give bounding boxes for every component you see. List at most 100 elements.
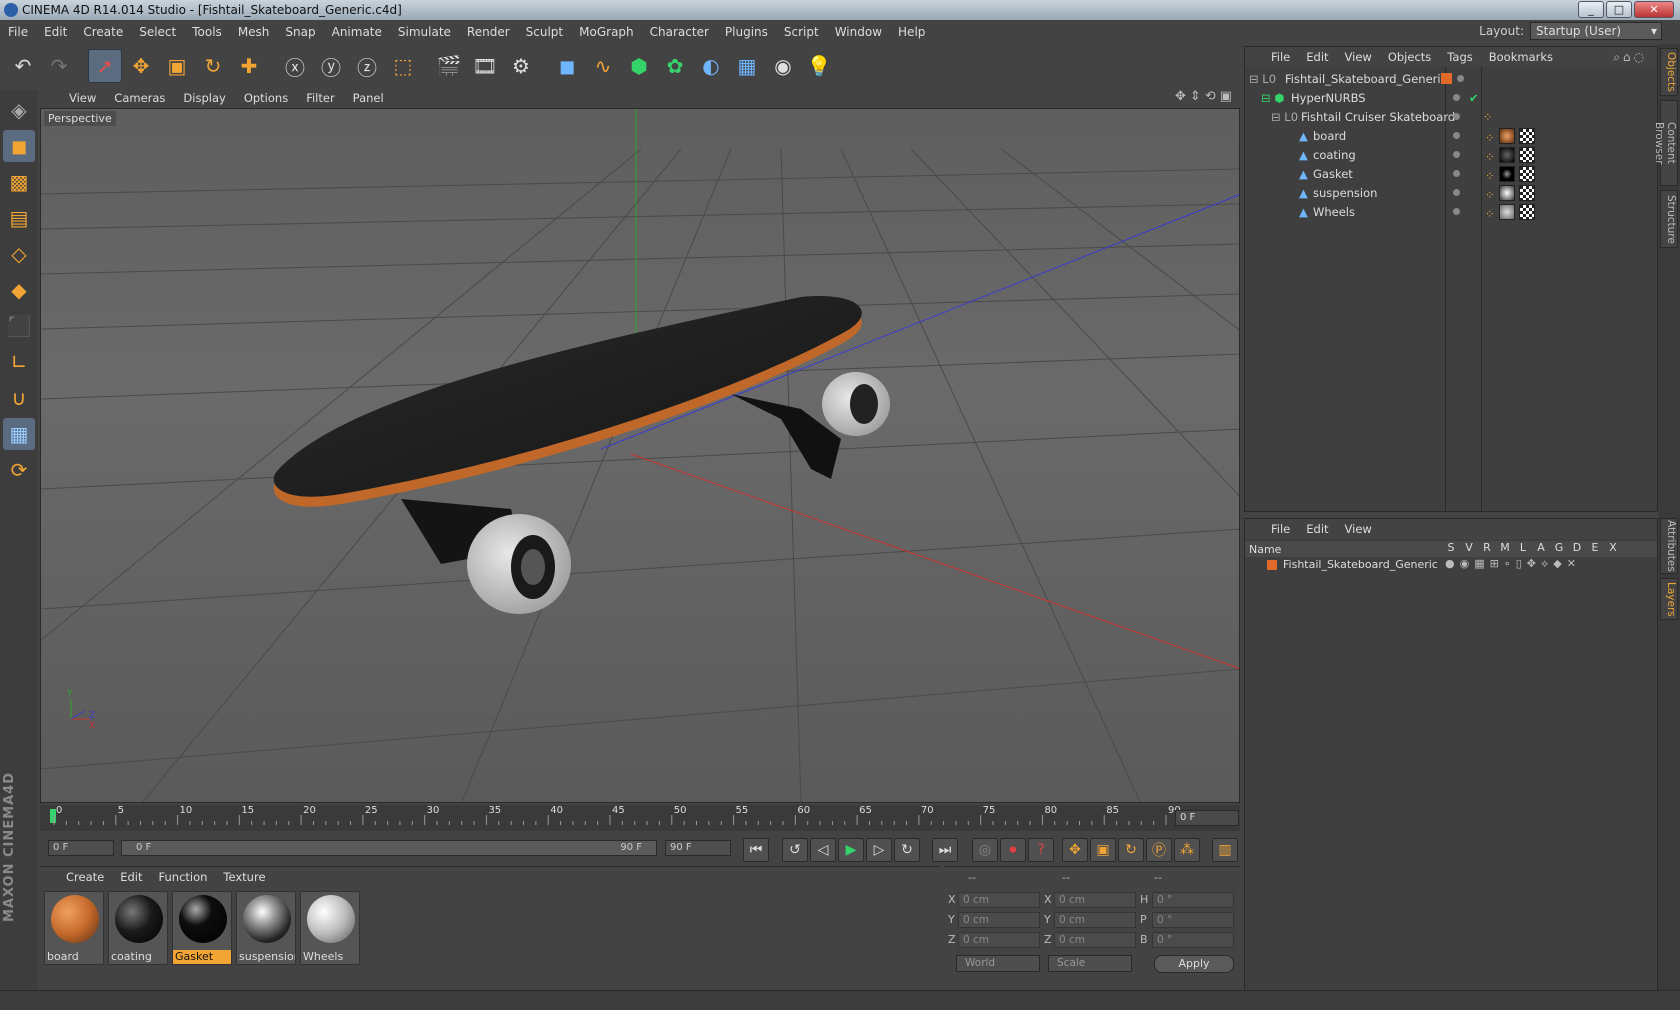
uvw-tag-icon[interactable] xyxy=(1518,166,1535,182)
objects-menu-tags[interactable]: Tags xyxy=(1439,50,1480,64)
scale-icon[interactable]: ▣ xyxy=(160,49,194,83)
col-expressions[interactable]: E xyxy=(1589,541,1601,554)
material-board[interactable]: board xyxy=(44,891,104,965)
layout-dropdown[interactable]: Startup (User) xyxy=(1530,22,1662,40)
object-row[interactable]: ▲ suspension ⁘ xyxy=(1245,183,1657,203)
material-suspension[interactable]: suspension xyxy=(236,891,296,965)
y-axis-lock-icon[interactable]: ⓨ xyxy=(314,49,348,83)
make-editable-icon[interactable]: ◈ xyxy=(3,94,35,126)
layers-menu-edit[interactable]: Edit xyxy=(1298,522,1336,536)
workplane-icon[interactable]: ▦ xyxy=(3,418,35,450)
timeline-ruler[interactable]: 051015202530354045505560657075808590 xyxy=(40,805,1240,831)
visibility-dot-icon[interactable] xyxy=(1453,151,1460,158)
col-solo[interactable]: S xyxy=(1445,541,1457,554)
material-gasket[interactable]: Gasket xyxy=(172,891,232,965)
visibility-dot-icon[interactable] xyxy=(1453,94,1460,101)
timeline-window-icon[interactable]: ▥ xyxy=(1212,838,1238,862)
skateboard-model[interactable] xyxy=(273,296,890,614)
search-icon[interactable]: ⌕⌂◌ xyxy=(1613,50,1647,65)
polygons-mode-icon[interactable]: ⬛ xyxy=(3,310,35,342)
pos-z-field[interactable]: 0 cm xyxy=(958,932,1040,948)
keyframe-selection-icon[interactable]: ? xyxy=(1028,838,1054,862)
rotate-icon[interactable]: ↻ xyxy=(196,49,230,83)
key-position-icon[interactable]: ✥ xyxy=(1062,838,1088,862)
col-generators[interactable]: G xyxy=(1553,541,1565,554)
move-icon[interactable]: ✥ xyxy=(124,49,158,83)
viewport-menu-filter[interactable]: Filter xyxy=(297,91,343,105)
object-row[interactable]: ⊟ L0 Fishtail Cruiser Skateboard ⁘ xyxy=(1245,107,1657,127)
x-axis-lock-icon[interactable]: ⓧ xyxy=(278,49,312,83)
create-object-icon[interactable]: ✚ xyxy=(232,49,266,83)
key-pla-icon[interactable]: ⁂ xyxy=(1174,838,1200,862)
visibility-dot-icon[interactable] xyxy=(1453,208,1460,215)
floor-icon[interactable]: ▦ xyxy=(730,49,764,83)
col-deformers[interactable]: D xyxy=(1571,541,1583,554)
rot-h-field[interactable]: 0 ° xyxy=(1152,892,1234,908)
material-tag-icon[interactable] xyxy=(1498,147,1515,163)
object-row[interactable]: ▲ Wheels ⁘ xyxy=(1245,202,1657,222)
object-row[interactable]: ⊟ L0 Fishtail_Skateboard_Generic xyxy=(1245,69,1657,89)
tab-structure[interactable]: Structure xyxy=(1660,190,1678,248)
menu-render[interactable]: Render xyxy=(459,25,518,39)
prev-frame-icon[interactable]: ◁ xyxy=(810,838,836,862)
goto-end-icon[interactable]: ⏭ xyxy=(932,838,958,862)
viewport-menu-panel[interactable]: Panel xyxy=(344,91,393,105)
light-icon[interactable]: 💡 xyxy=(802,49,836,83)
layer-row[interactable]: Fishtail_Skateboard_Generic ●◉▦⊞∘▯✥⟡◆✕ xyxy=(1245,557,1657,573)
snap-icon[interactable]: ∪ xyxy=(3,382,35,414)
viewport-menu-cameras[interactable]: Cameras xyxy=(105,91,174,105)
z-axis-lock-icon[interactable]: ⓩ xyxy=(350,49,384,83)
cube-primitive-icon[interactable]: ◼ xyxy=(550,49,584,83)
camera-icon[interactable]: ◉ xyxy=(766,49,800,83)
viewport-nav-icons[interactable]: ✥⇕⟲▣ xyxy=(1175,89,1236,104)
size-z-field[interactable]: 0 cm xyxy=(1054,932,1136,948)
material-coating[interactable]: coating xyxy=(108,891,168,965)
uvw-tag-icon[interactable] xyxy=(1518,204,1535,220)
menu-script[interactable]: Script xyxy=(776,25,827,39)
viewport-menu-view[interactable]: View xyxy=(60,91,105,105)
viewport-menu-display[interactable]: Display xyxy=(174,91,234,105)
viewport-camera-label[interactable]: Perspective xyxy=(44,111,116,126)
material-menu-create[interactable]: Create xyxy=(58,870,112,884)
objects-menu-objects[interactable]: Objects xyxy=(1380,50,1439,64)
objects-menu-edit[interactable]: Edit xyxy=(1298,50,1336,64)
material-tag-icon[interactable] xyxy=(1498,166,1515,182)
menu-edit[interactable]: Edit xyxy=(36,25,75,39)
visibility-dot-icon[interactable] xyxy=(1453,132,1460,139)
object-row[interactable]: ▲ coating ⁘ xyxy=(1245,145,1657,165)
end-frame-field[interactable]: 90 F xyxy=(665,840,731,856)
menu-snap[interactable]: Snap xyxy=(277,25,323,39)
spline-icon[interactable]: ∿ xyxy=(586,49,620,83)
material-tag-icon[interactable] xyxy=(1498,128,1515,144)
objects-menu-file[interactable]: File xyxy=(1263,50,1298,64)
start-frame-field[interactable]: 0 F xyxy=(48,840,114,856)
render-view-icon[interactable]: 🎬 xyxy=(432,49,466,83)
menu-mesh[interactable]: Mesh xyxy=(230,25,278,39)
col-animation[interactable]: A xyxy=(1535,541,1547,554)
menu-help[interactable]: Help xyxy=(890,25,933,39)
size-y-field[interactable]: 0 cm xyxy=(1054,912,1136,928)
menu-mograph[interactable]: MoGraph xyxy=(571,25,642,39)
frame-range-slider[interactable]: 0 F 90 F xyxy=(121,840,657,856)
texture-mode-icon[interactable]: ▩ xyxy=(3,166,35,198)
object-row[interactable]: ▲ Gasket ⁘ xyxy=(1245,164,1657,184)
undo-icon[interactable]: ↶ xyxy=(6,49,40,83)
menu-animate[interactable]: Animate xyxy=(324,25,390,39)
play-icon[interactable]: ▶ xyxy=(838,838,864,862)
size-x-field[interactable]: 0 cm xyxy=(1054,892,1136,908)
key-parameter-icon[interactable]: Ⓟ xyxy=(1146,838,1172,862)
locked-workplane-icon[interactable]: ⟳ xyxy=(3,454,35,486)
layers-menu-file[interactable]: File xyxy=(1263,522,1298,536)
maximize-button[interactable]: □ xyxy=(1606,1,1632,18)
menu-create[interactable]: Create xyxy=(75,25,131,39)
menu-file[interactable]: File xyxy=(0,25,36,39)
workplane-mode-icon[interactable]: ▤ xyxy=(3,202,35,234)
object-row[interactable]: ⊟ ⬢ HyperNURBS ✔ xyxy=(1245,88,1657,108)
visibility-dot-icon[interactable] xyxy=(1453,189,1460,196)
menu-sculpt[interactable]: Sculpt xyxy=(518,25,571,39)
edges-mode-icon[interactable]: ◆ xyxy=(3,274,35,306)
tab-attributes[interactable]: Attributes xyxy=(1660,518,1678,574)
col-xref[interactable]: X xyxy=(1607,541,1619,554)
pos-y-field[interactable]: 0 cm xyxy=(958,912,1040,928)
col-locked[interactable]: L xyxy=(1517,541,1529,554)
